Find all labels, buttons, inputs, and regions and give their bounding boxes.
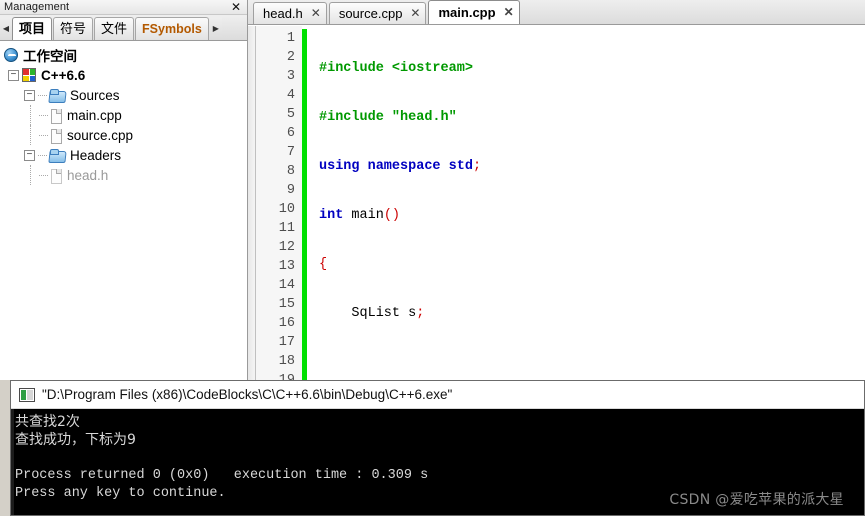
close-icon[interactable]: ✕ xyxy=(311,7,321,19)
code-line-6: SqList s; xyxy=(351,306,425,321)
editor-area: head.h ✕ source.cpp ✕ main.cpp ✕ 1 2 3 4… xyxy=(248,0,865,380)
line-number: 1 xyxy=(286,31,295,46)
tree-connector xyxy=(38,94,47,96)
tree-connector xyxy=(30,165,31,185)
line-number: 2 xyxy=(286,50,295,65)
console-title-bar: "D:\Program Files (x86)\CodeBlocks\C\C++… xyxy=(11,381,864,409)
line-number: 15 xyxy=(278,297,295,312)
console-title-text: "D:\Program Files (x86)\CodeBlocks\C\C++… xyxy=(42,387,453,402)
line-number: 14 xyxy=(278,278,295,293)
tree-item-headers[interactable]: − Headers xyxy=(2,145,247,165)
editor-tab-label: source.cpp xyxy=(338,6,403,21)
management-header: Management ✕ xyxy=(0,0,247,15)
tab-files[interactable]: 文件 xyxy=(94,17,135,40)
code-line-1: #include <iostream> xyxy=(319,61,473,76)
tree-connector xyxy=(39,174,48,176)
code-line-3: using namespace std; xyxy=(319,159,482,174)
close-icon[interactable]: ✕ xyxy=(504,6,514,18)
code-blocks-ide-window: Management ✕ ◀ 项目 符号 文件 FSymbols ▶ 工作空间 … xyxy=(0,0,865,516)
file-label-source-cpp: source.cpp xyxy=(67,127,134,143)
line-number: 6 xyxy=(286,126,295,141)
console-window[interactable]: "D:\Program Files (x86)\CodeBlocks\C\C++… xyxy=(10,380,865,516)
tree-item-head-h[interactable]: head.h xyxy=(2,165,247,185)
headers-label: Headers xyxy=(70,147,122,163)
management-tab-strip: ◀ 项目 符号 文件 FSymbols ▶ xyxy=(0,15,247,41)
tree-connector xyxy=(30,125,31,145)
tree-item-source-cpp[interactable]: source.cpp xyxy=(2,125,247,145)
file-label-head-h: head.h xyxy=(67,167,109,183)
expander-icon[interactable]: − xyxy=(24,89,35,101)
line-number: 13 xyxy=(278,259,295,274)
console-line: 查找成功，下标为9 xyxy=(15,432,136,448)
workspace-label: 工作空间 xyxy=(23,49,77,64)
project-label: C++6.6 xyxy=(41,67,86,83)
tree-connector xyxy=(30,105,31,125)
tree-item-sources[interactable]: − Sources xyxy=(2,85,247,105)
expander-icon[interactable]: − xyxy=(8,69,19,81)
line-number: 18 xyxy=(278,354,295,369)
line-number: 12 xyxy=(278,240,295,255)
close-icon[interactable]: ✕ xyxy=(228,1,244,13)
console-output: 共查找2次 查找成功，下标为9 Process returned 0 (0x0)… xyxy=(11,409,864,515)
tree-item-project[interactable]: − C++6.6 xyxy=(2,65,247,85)
tab-fsymbols[interactable]: FSymbols xyxy=(135,17,209,40)
tabs-scroll-right-icon[interactable]: ▶ xyxy=(209,17,222,40)
project-icon xyxy=(22,68,36,82)
folder-icon xyxy=(49,88,65,102)
sources-label: Sources xyxy=(70,87,120,103)
editor-tab-source-cpp[interactable]: source.cpp ✕ xyxy=(328,2,427,24)
close-icon[interactable]: ✕ xyxy=(410,7,420,19)
file-icon xyxy=(50,128,62,144)
tab-symbols[interactable]: 符号 xyxy=(53,17,94,40)
source-code-text[interactable]: #include <iostream> #include "head.h" us… xyxy=(307,26,865,380)
globe-icon xyxy=(4,48,18,62)
line-number: 3 xyxy=(286,69,295,84)
folder-icon xyxy=(49,148,65,162)
line-number: 17 xyxy=(278,335,295,350)
tree-connector xyxy=(39,114,48,116)
expander-icon[interactable]: − xyxy=(24,149,35,161)
line-number: 9 xyxy=(286,183,295,198)
management-title: Management xyxy=(4,0,70,13)
line-number: 5 xyxy=(286,107,295,122)
line-number: 19 xyxy=(256,371,295,380)
management-panel: Management ✕ ◀ 项目 符号 文件 FSymbols ▶ 工作空间 … xyxy=(0,0,248,380)
editor-tab-label: main.cpp xyxy=(438,5,496,20)
console-line: 共查找2次 xyxy=(15,414,80,430)
code-view[interactable]: 1 2 3 4 5 6 7 8 9 10 11 12 13 14 15 16 1… xyxy=(248,25,865,380)
line-number: 7 xyxy=(286,145,295,160)
tab-projects[interactable]: 项目 xyxy=(12,17,53,40)
tree-connector xyxy=(39,134,48,136)
line-number: 16 xyxy=(278,316,295,331)
file-icon xyxy=(50,168,62,184)
console-line: Process returned 0 (0x0) execution time … xyxy=(15,468,429,483)
console-left-edge xyxy=(11,409,14,515)
code-line-4: int main() xyxy=(319,208,401,223)
line-number: 4 xyxy=(286,88,295,103)
code-line-2: #include "head.h" xyxy=(319,110,457,125)
editor-tab-label: head.h xyxy=(263,6,303,21)
tree-connector xyxy=(38,154,47,156)
line-number-gutter: 1 2 3 4 5 6 7 8 9 10 11 12 13 14 15 16 1… xyxy=(256,26,302,380)
tree-item-main-cpp[interactable]: main.cpp xyxy=(2,105,247,125)
project-tree: 工作空间 − C++6.6 − Sources main.cpp source.… xyxy=(0,41,247,380)
tree-item-workspace[interactable]: 工作空间 xyxy=(2,45,247,65)
code-line-5: { xyxy=(319,257,328,272)
line-number: 10 xyxy=(278,202,295,217)
file-label-main-cpp: main.cpp xyxy=(67,107,122,123)
editor-tab-strip: head.h ✕ source.cpp ✕ main.cpp ✕ xyxy=(248,0,865,25)
line-number: 8 xyxy=(286,164,295,179)
editor-left-margin xyxy=(248,26,256,380)
editor-tab-main-cpp[interactable]: main.cpp ✕ xyxy=(428,0,520,24)
csdn-watermark: CSDN @爱吃苹果的派大星 xyxy=(669,492,844,508)
file-icon xyxy=(50,108,62,124)
tabs-scroll-left-icon[interactable]: ◀ xyxy=(0,17,12,40)
editor-tab-head-h[interactable]: head.h ✕ xyxy=(253,2,327,24)
line-number: 11 xyxy=(278,221,295,236)
console-app-icon xyxy=(19,387,35,402)
